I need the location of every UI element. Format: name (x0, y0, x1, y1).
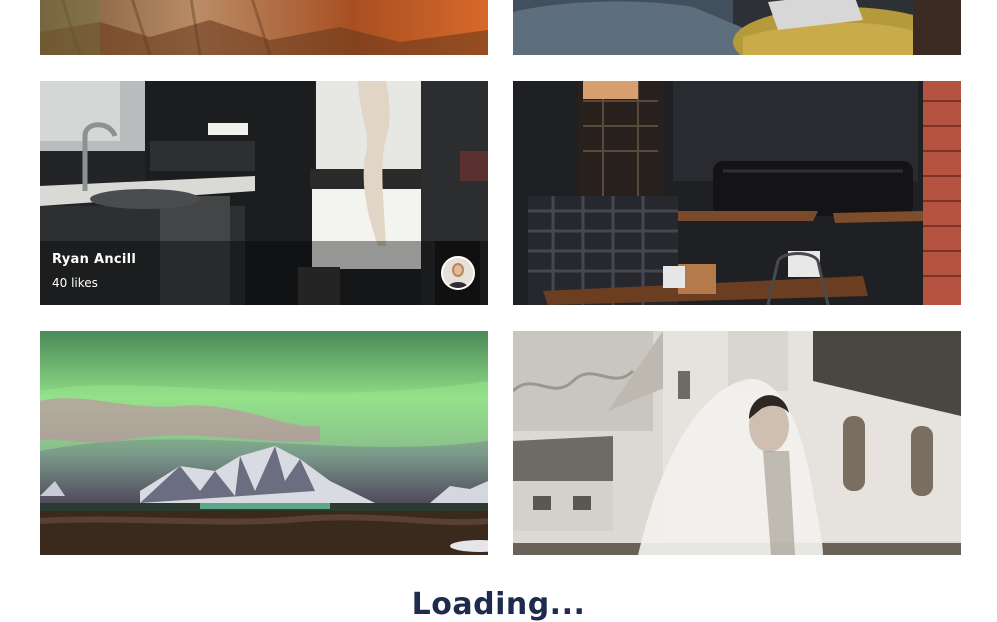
photo-card-cafe[interactable] (513, 81, 961, 305)
laptop-image (513, 0, 961, 55)
likes-count: 40 likes (52, 276, 98, 290)
canyon-image (40, 0, 488, 55)
loading-indicator: Loading... (411, 587, 586, 622)
photo-card-bride[interactable] (513, 331, 961, 555)
aurora-image (40, 331, 488, 555)
author-name[interactable]: Ryan Ancill (52, 252, 136, 267)
cafe-image (513, 81, 961, 305)
bride-image (513, 331, 961, 555)
author-avatar[interactable] (441, 256, 475, 290)
photo-card-kitchen[interactable]: Ryan Ancill 40 likes (40, 81, 488, 305)
photo-card-canyon[interactable] (40, 0, 488, 55)
photo-card-laptop[interactable] (513, 0, 961, 55)
avatar-image (443, 258, 473, 288)
photo-card-aurora[interactable] (40, 331, 488, 555)
photo-info-overlay (40, 241, 488, 305)
